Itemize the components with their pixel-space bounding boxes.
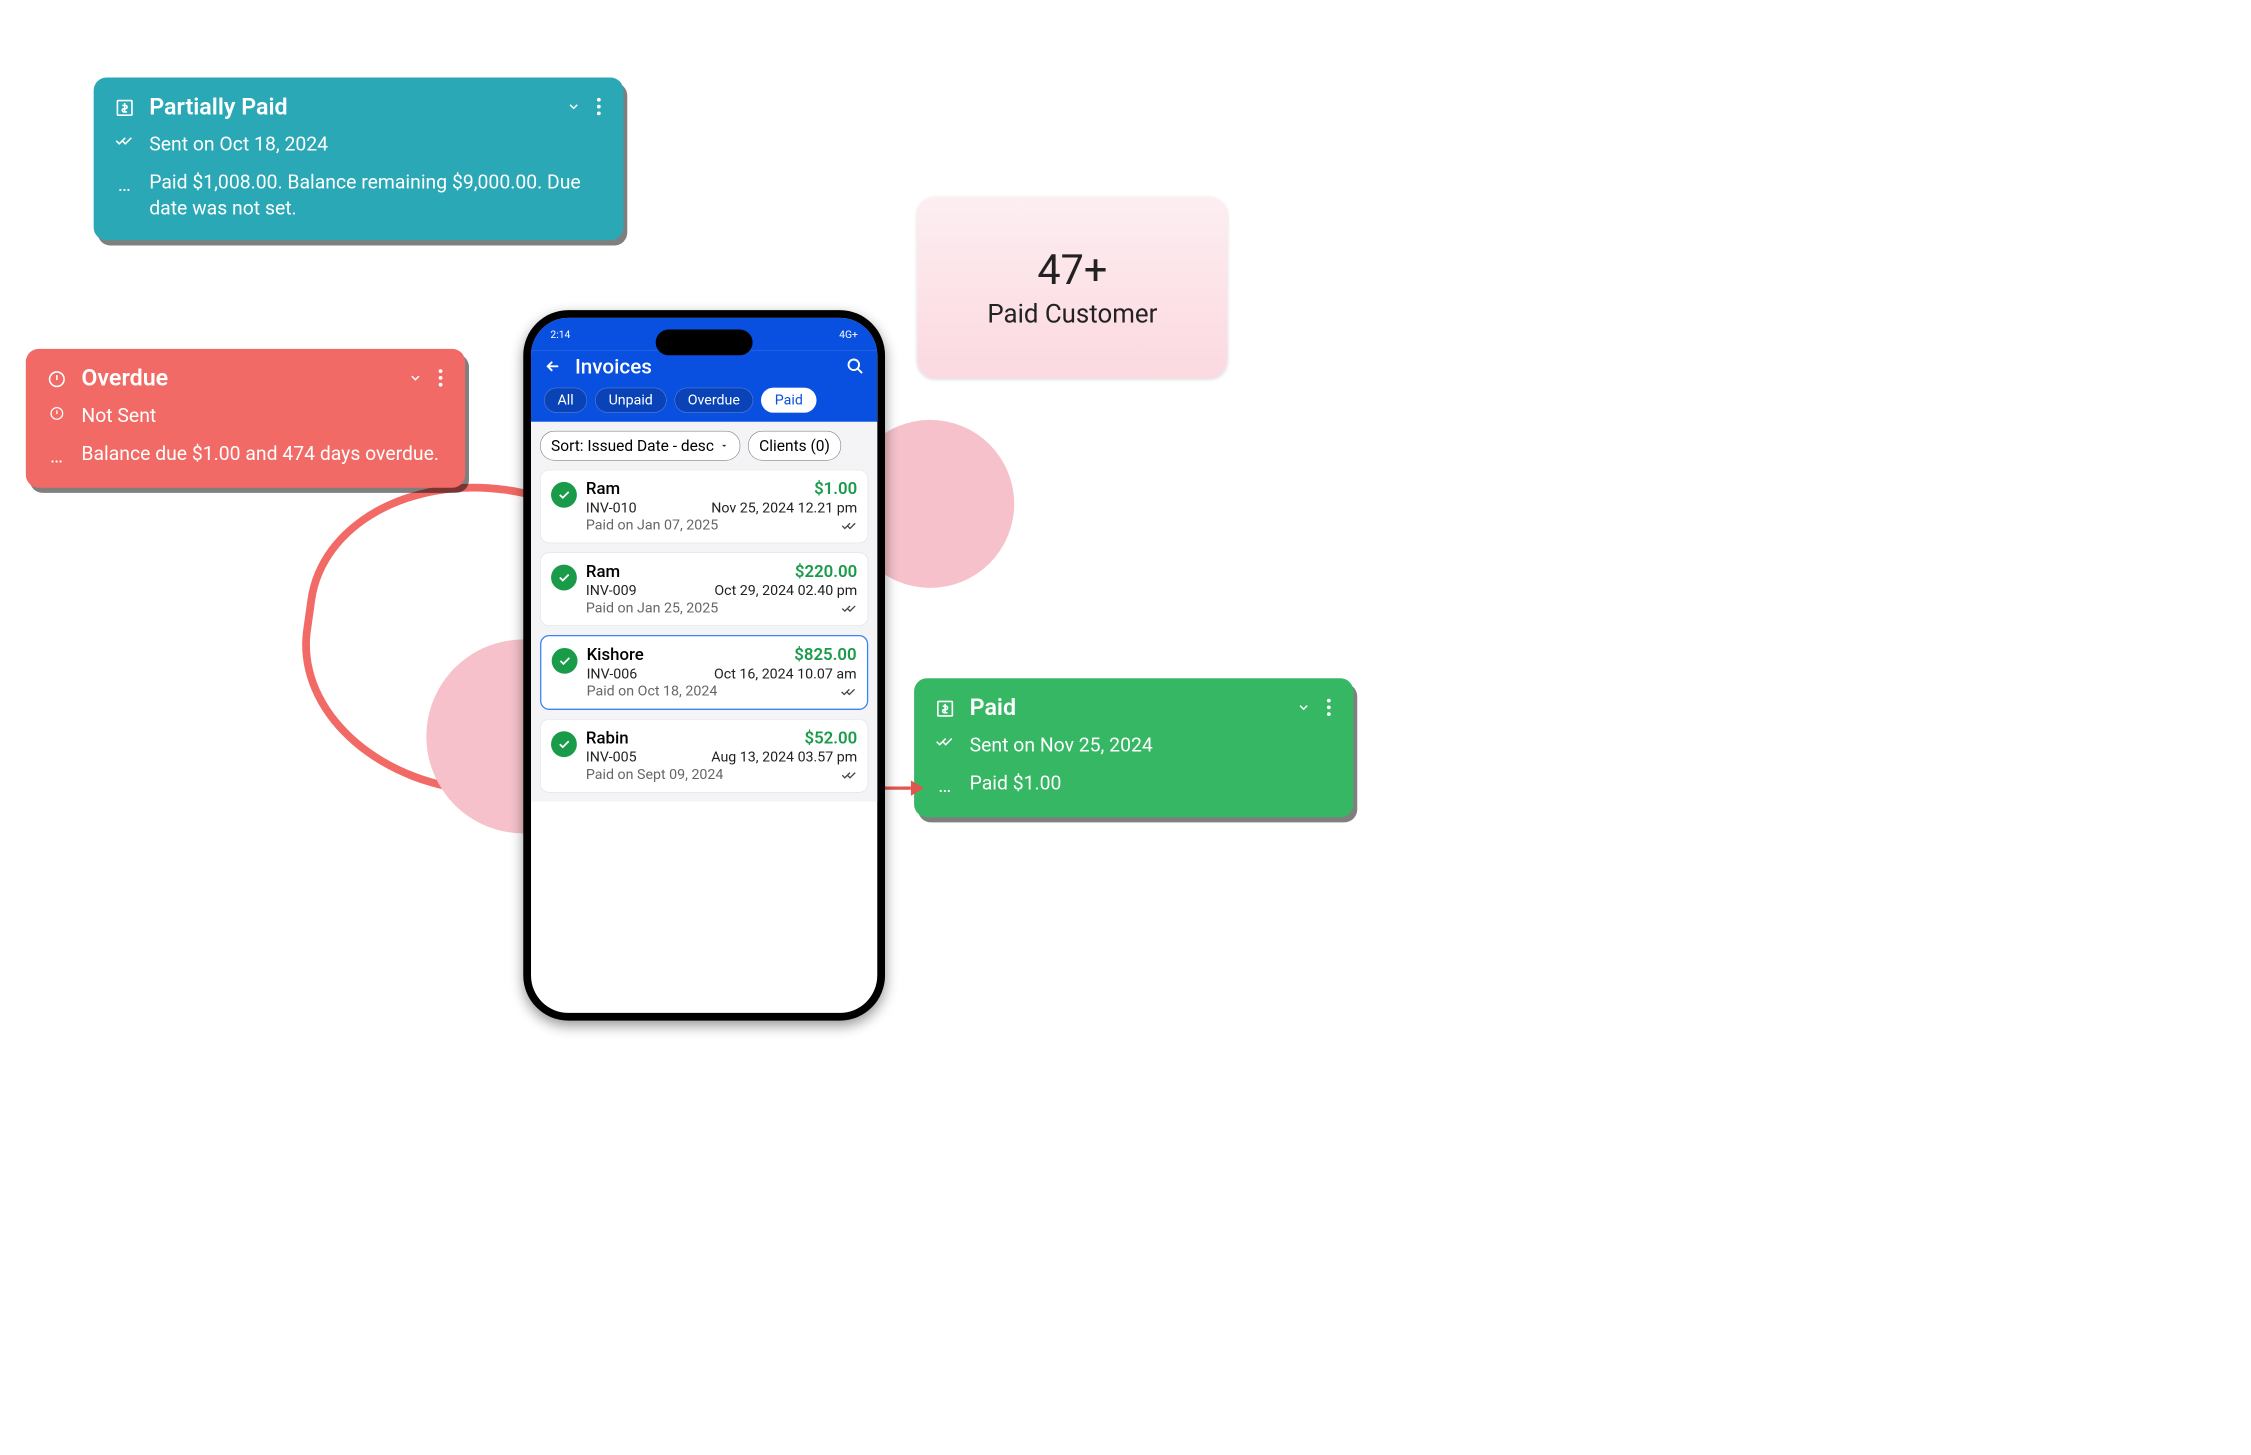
check-circle-icon (551, 482, 577, 508)
stat-label: Paid Customer (987, 298, 1157, 328)
status-card-sent: Not Sent (81, 403, 156, 429)
ellipsis-icon: … (113, 170, 136, 199)
sort-label: Sort: Issued Date - desc (551, 437, 714, 455)
double-check-icon (842, 604, 858, 613)
ellipsis-icon: … (45, 441, 68, 470)
dollar-box-icon (933, 696, 956, 718)
chevron-down-icon[interactable] (1297, 700, 1311, 714)
clients-chip[interactable]: Clients (0) (748, 431, 841, 461)
stat-card-paid-customer: 47+ Paid Customer (917, 197, 1227, 378)
more-icon[interactable] (1324, 698, 1334, 716)
invoice-paid: Paid on Sept 09, 2024 (586, 767, 723, 783)
invoice-paid: Paid on Jan 25, 2025 (586, 600, 718, 616)
invoice-row[interactable]: Ram $220.00 INV-009 Oct 29, 2024 02.40 pmPa… (540, 552, 868, 626)
invoice-paid: Paid on Oct 18, 2024 (587, 683, 718, 699)
invoice-amount: $52.00 (804, 729, 857, 748)
invoice-issued: Oct 29, 2024 02.40 pm (714, 583, 857, 599)
statusbar-time: 2:14 (550, 328, 570, 340)
statusbar-right: 4G+ (839, 328, 858, 340)
double-check-icon (933, 733, 956, 749)
phone-mockup: 2:14 4G+ Invoices All Unpaid Overdue Paid (523, 310, 885, 1021)
invoice-name: Ram (586, 479, 620, 498)
alert-icon (45, 403, 68, 421)
status-card-title: Partially Paid (149, 93, 287, 120)
ellipsis-icon: … (933, 770, 956, 799)
invoice-row[interactable]: Kishore $825.00 INV-006 Oct 16, 2024 10.07 … (540, 635, 868, 710)
status-card-sent: Sent on Nov 25, 2024 (970, 733, 1153, 759)
dollar-box-icon (113, 96, 136, 118)
appbar-title: Invoices (575, 354, 652, 379)
sort-chip[interactable]: Sort: Issued Date - desc (540, 431, 740, 461)
invoice-name: Rabin (586, 729, 629, 748)
status-card-title: Overdue (81, 364, 168, 391)
invoice-paid: Paid on Jan 07, 2025 (586, 517, 718, 533)
chevron-down-icon[interactable] (408, 371, 422, 385)
invoice-issued: Aug 13, 2024 03.57 pm (711, 749, 857, 765)
tab-overdue[interactable]: Overdue (674, 388, 753, 413)
phone-notch (656, 329, 753, 355)
invoice-name: Ram (586, 562, 620, 581)
clients-label: Clients (0) (759, 437, 830, 455)
status-card-title: Paid (970, 694, 1016, 721)
invoice-row[interactable]: Ram $1.00 INV-010 Nov 25, 2024 12.21 pmPaid… (540, 470, 868, 544)
double-check-icon (842, 770, 858, 779)
status-card-detail: Balance due $1.00 and 474 days overdue. (81, 441, 439, 467)
invoice-ref: INV-006 (587, 666, 638, 682)
double-check-icon (113, 132, 136, 148)
check-circle-icon (551, 731, 577, 757)
invoice-amount: $1.00 (814, 479, 857, 498)
invoice-issued: Oct 16, 2024 10.07 am (714, 666, 857, 682)
status-card-detail: Paid $1.00 (970, 770, 1062, 796)
search-icon[interactable] (846, 357, 864, 375)
status-card-detail: Paid $1,008.00. Balance remaining $9,000… (149, 170, 604, 222)
tab-unpaid[interactable]: Unpaid (595, 388, 666, 413)
status-card-partially-paid: Partially Paid Sent on Oct 18, 2024 … Pa… (94, 78, 624, 240)
invoice-row[interactable]: Rabin $52.00 INV-005 Aug 13, 2024 03.57 pm P… (540, 719, 868, 793)
back-icon[interactable] (544, 357, 562, 375)
invoice-amount: $220.00 (795, 562, 857, 581)
more-icon[interactable] (594, 98, 604, 116)
stat-value: 47+ (1037, 246, 1107, 294)
double-check-icon (842, 521, 858, 530)
invoice-amount: $825.00 (794, 645, 856, 664)
check-circle-icon (551, 565, 577, 591)
tab-all[interactable]: All (544, 388, 587, 413)
invoice-ref: INV-009 (586, 583, 637, 599)
invoice-issued: Nov 25, 2024 12.21 pm (711, 500, 857, 516)
double-check-icon (841, 687, 857, 696)
status-card-paid: Paid Sent on Nov 25, 2024 … Paid $1.00 (914, 678, 1353, 817)
invoice-ref: INV-010 (586, 500, 637, 516)
invoice-ref: INV-005 (586, 749, 637, 765)
check-circle-icon (552, 648, 578, 674)
more-icon[interactable] (435, 369, 445, 387)
dropdown-icon (719, 441, 729, 451)
tab-paid[interactable]: Paid (761, 388, 816, 413)
status-card-overdue: Overdue Not Sent … Balance due $1.00 and… (26, 349, 465, 488)
alert-circle-icon (45, 367, 68, 389)
chevron-down-icon[interactable] (567, 99, 581, 113)
invoice-name: Kishore (587, 645, 644, 664)
status-card-sent: Sent on Oct 18, 2024 (149, 132, 328, 158)
